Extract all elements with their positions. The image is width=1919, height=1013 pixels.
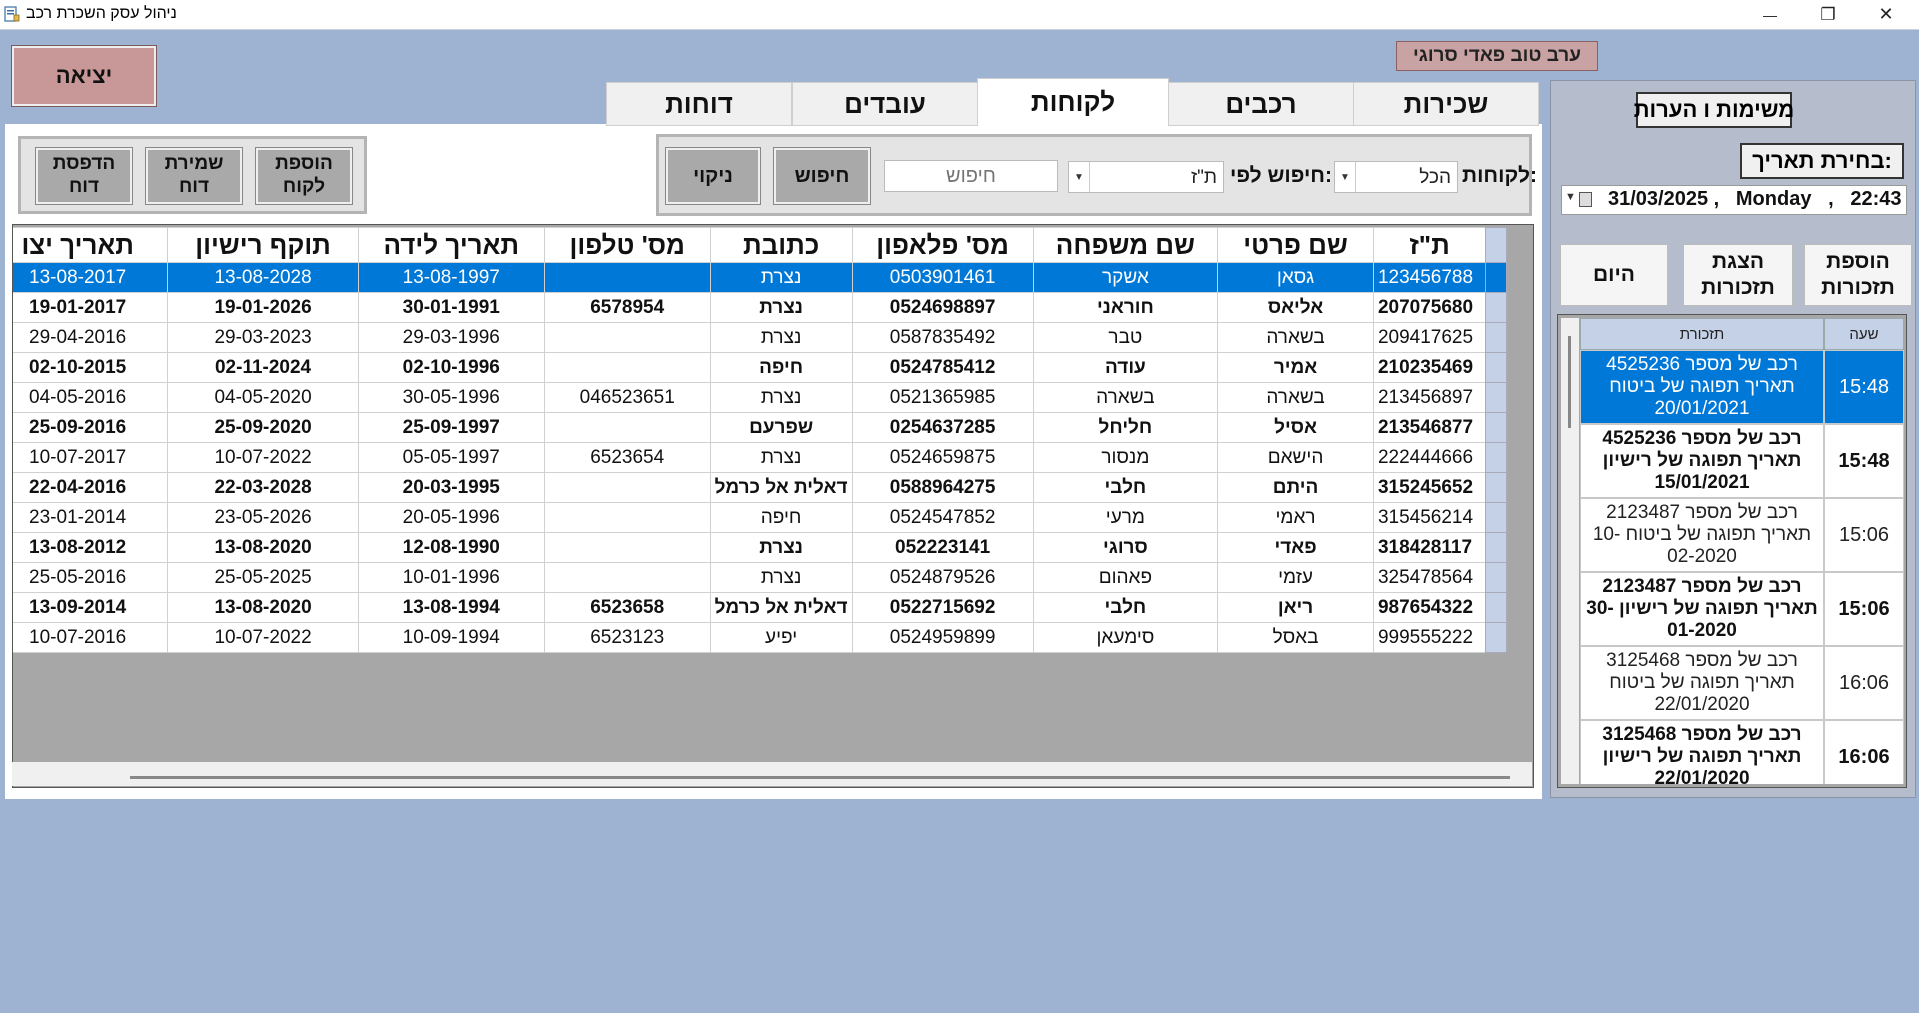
reminder-row[interactable]: רכב של מספר 4525236 תאריך תפוגה של רישיו… bbox=[1580, 424, 1904, 498]
reminder-time[interactable]: 15:48 bbox=[1824, 350, 1904, 424]
reminder-text[interactable]: רכב של מספר 4525236 תאריך תפוגה של רישיו… bbox=[1580, 424, 1824, 498]
reminder-time[interactable]: 16:06 bbox=[1824, 646, 1904, 720]
reminder-time[interactable]: 15:06 bbox=[1824, 572, 1904, 646]
reminder-time[interactable]: 15:48 bbox=[1824, 424, 1904, 498]
reminder-time[interactable]: 15:06 bbox=[1824, 498, 1904, 572]
reminder-text[interactable]: רכב של מספר 4525236 תאריך תפוגה של ביטוח… bbox=[1580, 350, 1824, 424]
reminder-text[interactable]: רכב של מספר 2123487 תאריך תפוגה של ביטוח… bbox=[1580, 498, 1824, 572]
reminder-row[interactable]: רכב של מספר 3125468 תאריך תפוגה של ביטוח… bbox=[1580, 646, 1904, 720]
reminder-text[interactable]: רכב של מספר 3125468 תאריך תפוגה של ביטוח… bbox=[1580, 646, 1824, 720]
reminder-row[interactable]: רכב של מספר 2123487 תאריך תפוגה של רישיו… bbox=[1580, 572, 1904, 646]
reminder-row[interactable]: רכב של מספר 3125468 תאריך תפוגה של רישיו… bbox=[1580, 720, 1904, 784]
reminder-row[interactable]: רכב של מספר 4525236 תאריך תפוגה של ביטוח… bbox=[1580, 350, 1904, 424]
reminder-time[interactable]: 16:06 bbox=[1824, 720, 1904, 784]
reminder-text[interactable]: רכב של מספר 2123487 תאריך תפוגה של רישיו… bbox=[1580, 572, 1824, 646]
reminder-text[interactable]: רכב של מספר 3125468 תאריך תפוגה של רישיו… bbox=[1580, 720, 1824, 784]
reminder-row[interactable]: רכב של מספר 2123487 תאריך תפוגה של ביטוח… bbox=[1580, 498, 1904, 572]
